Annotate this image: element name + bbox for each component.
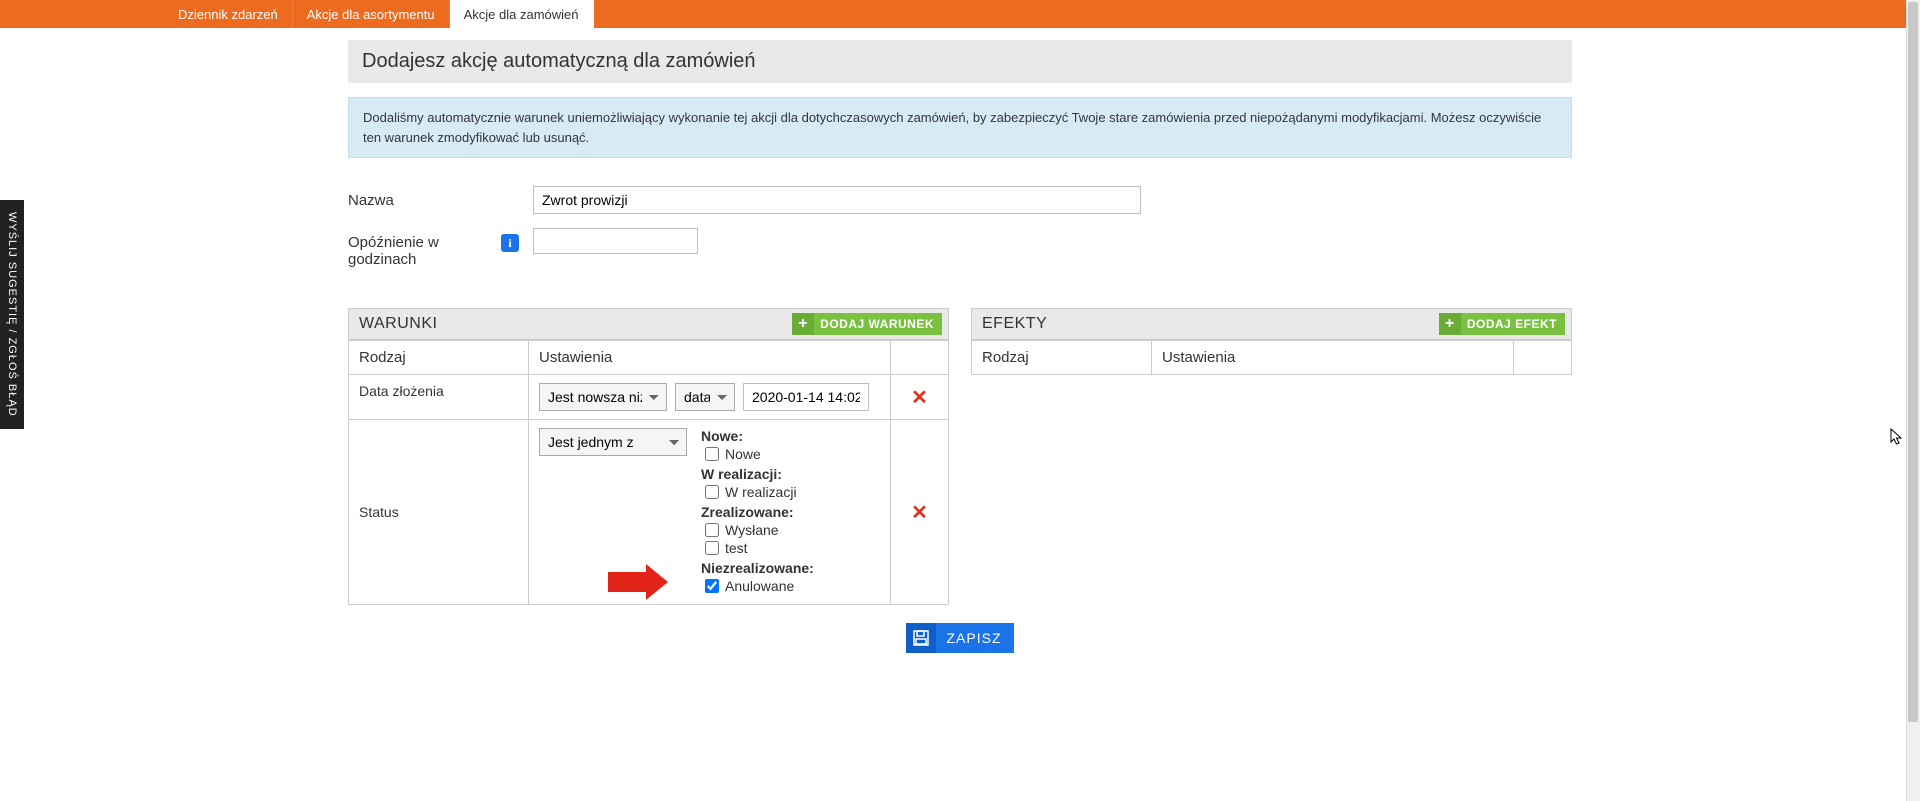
status-checkbox[interactable] <box>705 541 719 555</box>
cursor-icon <box>1890 428 1904 451</box>
name-label: Nazwa <box>348 186 533 209</box>
condition-operator-select[interactable]: Jest jednym z <box>539 428 687 456</box>
status-group-title: Nowe: <box>701 428 814 444</box>
status-option[interactable]: Nowe <box>705 446 814 462</box>
effects-col-type: Rodzaj <box>972 341 1152 375</box>
status-option-label: Anulowane <box>725 578 794 594</box>
info-banner: Dodaliśmy automatycznie warunek uniemożl… <box>348 97 1572 158</box>
status-group-title: W realizacji: <box>701 466 814 482</box>
status-option[interactable]: Anulowane <box>705 578 814 594</box>
page-title: Dodajesz akcję automatyczną dla zamówień <box>348 40 1572 83</box>
condition-operator-select[interactable]: Jest nowsza niż <box>539 383 667 411</box>
scrollbar-thumb[interactable] <box>1908 2 1918 722</box>
status-checkbox[interactable] <box>705 523 719 537</box>
condition-date-input[interactable] <box>743 383 869 411</box>
conditions-col-type: Rodzaj <box>349 341 529 375</box>
condition-row: Data złożenia Jest nowsza niż data <box>349 375 949 420</box>
condition-row: Status Jest jednym z Nowe: Nowe <box>349 420 949 605</box>
condition-mode-select[interactable]: data <box>675 383 735 411</box>
name-input[interactable] <box>533 186 1141 214</box>
save-icon <box>906 623 936 653</box>
delete-condition-icon[interactable]: ✕ <box>911 500 928 525</box>
plus-icon: + <box>792 313 814 335</box>
save-button[interactable]: ZAPISZ <box>906 623 1013 653</box>
status-group-title: Niezrealizowane: <box>701 560 814 576</box>
conditions-title: WARUNKI <box>359 315 437 333</box>
status-option[interactable]: test <box>705 540 814 556</box>
condition-type: Status <box>349 420 529 605</box>
status-option[interactable]: Wysłane <box>705 522 814 538</box>
add-effect-button[interactable]: + DODAJ EFEKT <box>1439 313 1565 335</box>
add-effect-label: DODAJ EFEKT <box>1467 317 1557 331</box>
conditions-col-settings: Ustawienia <box>529 341 891 375</box>
effects-col-settings: Ustawienia <box>1152 341 1514 375</box>
status-option-label: W realizacji <box>725 484 797 500</box>
tab-assortment-actions[interactable]: Akcje dla asortymentu <box>293 0 450 28</box>
add-condition-button[interactable]: + DODAJ WARUNEK <box>792 313 942 335</box>
add-condition-label: DODAJ WARUNEK <box>820 317 934 331</box>
conditions-panel: WARUNKI + DODAJ WARUNEK Rodzaj Ustawieni… <box>348 308 949 605</box>
tab-event-log[interactable]: Dziennik zdarzeń <box>164 0 293 28</box>
status-checkbox[interactable] <box>705 447 719 461</box>
condition-type: Data złożenia <box>349 375 529 420</box>
status-option-label: test <box>725 540 748 556</box>
delay-input[interactable] <box>533 228 698 254</box>
status-checkbox[interactable] <box>705 579 719 593</box>
tab-order-actions[interactable]: Akcje dla zamówień <box>450 0 594 28</box>
top-tab-bar: Dziennik zdarzeń Akcje dla asortymentu A… <box>0 0 1920 28</box>
info-icon[interactable]: i <box>501 234 519 252</box>
scrollbar[interactable] <box>1906 0 1920 801</box>
delete-condition-icon[interactable]: ✕ <box>911 385 928 410</box>
status-group-title: Zrealizowane: <box>701 504 814 520</box>
feedback-side-tab[interactable]: WYŚLIJ SUGESTIĘ / ZGŁOŚ BŁĄD <box>0 200 24 429</box>
effects-panel: EFEKTY + DODAJ EFEKT Rodzaj Ustawienia <box>971 308 1572 605</box>
status-option-label: Nowe <box>725 446 761 462</box>
status-checkbox[interactable] <box>705 485 719 499</box>
status-option[interactable]: W realizacji <box>705 484 814 500</box>
delay-label: Opóźnienie w godzinach <box>348 228 501 268</box>
save-button-label: ZAPISZ <box>946 630 1001 646</box>
plus-icon: + <box>1439 313 1461 335</box>
status-option-label: Wysłane <box>725 522 779 538</box>
effects-title: EFEKTY <box>982 315 1047 333</box>
